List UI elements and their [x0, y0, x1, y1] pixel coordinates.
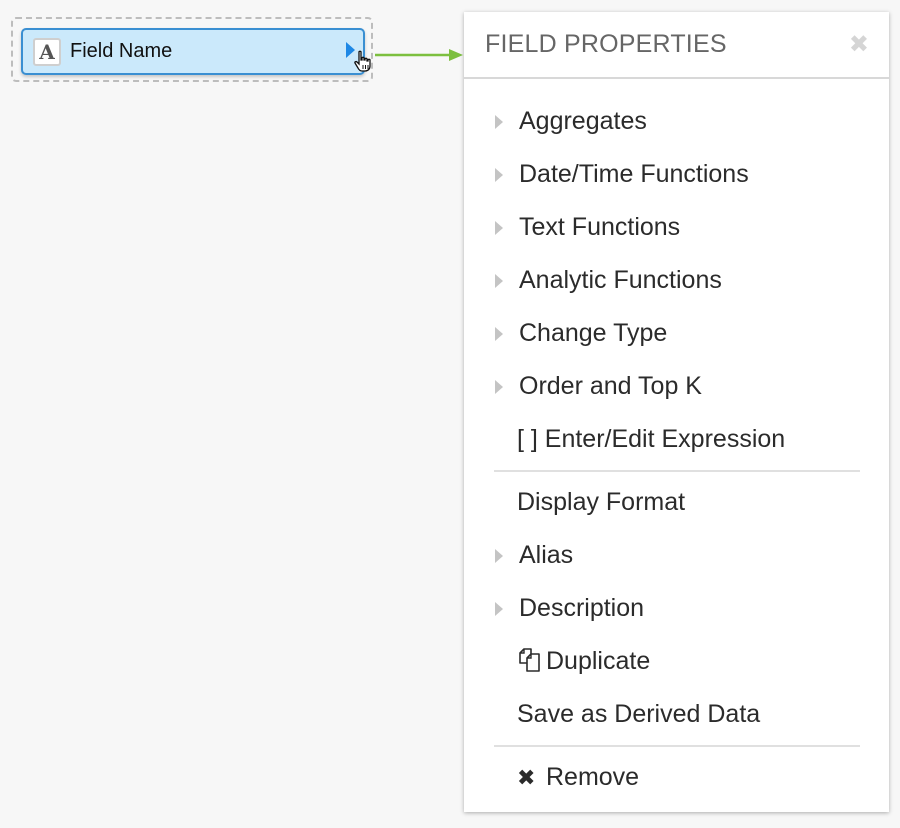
menu-item-aggregates[interactable]: Aggregates: [464, 95, 889, 148]
menu-item-label: Alias: [519, 541, 574, 569]
menu-item-display-format[interactable]: Display Format: [464, 476, 889, 529]
menu-item-alias[interactable]: Alias: [464, 529, 889, 582]
menu-item-duplicate[interactable]: Duplicate: [464, 635, 889, 688]
menu-item-order-and-top-k[interactable]: Order and Top K: [464, 360, 889, 413]
panel-header: FIELD PROPERTIES ✖: [464, 12, 889, 79]
connector-arrow: [375, 49, 463, 61]
duplicate-icon: [519, 648, 540, 672]
field-properties-panel: FIELD PROPERTIES ✖ Aggregates Date/Time …: [464, 12, 889, 812]
menu-divider: [494, 470, 860, 472]
menu-item-enter-edit-expression[interactable]: [ ] Enter/Edit Expression: [464, 413, 889, 466]
hand-pointer-cursor-icon: [354, 50, 371, 72]
close-icon[interactable]: ✖: [849, 32, 869, 57]
caret-right-icon: [495, 379, 503, 394]
field-name-label: Field Name: [70, 40, 173, 62]
caret-right-icon: [495, 220, 503, 235]
menu-item-text-functions[interactable]: Text Functions: [464, 201, 889, 254]
caret-right-icon: [495, 326, 503, 341]
menu-item-label: Order and Top K: [519, 372, 702, 400]
caret-right-icon: [495, 167, 503, 182]
remove-icon: ✖: [517, 764, 536, 790]
menu-item-label: Duplicate: [546, 647, 651, 675]
canvas: A Field Name FIELD PROPERTIES ✖ Aggregat…: [0, 0, 900, 828]
menu-divider: [494, 745, 860, 747]
caret-right-icon: [495, 548, 503, 563]
menu-item-change-type[interactable]: Change Type: [464, 307, 889, 360]
menu-item-label: Analytic Functions: [519, 266, 722, 294]
menu-item-description[interactable]: Description: [464, 582, 889, 635]
field-pill[interactable]: A Field Name: [21, 28, 365, 75]
menu-item-label: Change Type: [519, 319, 668, 347]
panel-title: FIELD PROPERTIES: [485, 30, 727, 58]
menu-item-label: Text Functions: [519, 213, 681, 241]
menu-item-analytic-functions[interactable]: Analytic Functions: [464, 254, 889, 307]
properties-menu: Aggregates Date/Time Functions Text Func…: [464, 95, 889, 804]
menu-item-remove[interactable]: ✖ Remove: [464, 751, 889, 804]
caret-right-icon: [495, 273, 503, 288]
caret-right-icon: [495, 114, 503, 129]
menu-item-label: [ ] Enter/Edit Expression: [517, 425, 786, 453]
menu-item-label: Date/Time Functions: [519, 160, 749, 188]
menu-item-label: Description: [519, 594, 645, 622]
menu-item-label: Aggregates: [519, 107, 647, 135]
menu-item-save-as-derived-data[interactable]: Save as Derived Data: [464, 688, 889, 741]
caret-right-icon: [495, 601, 503, 616]
menu-item-label: Display Format: [517, 488, 686, 516]
menu-item-date-time-functions[interactable]: Date/Time Functions: [464, 148, 889, 201]
text-type-icon: A: [33, 37, 61, 66]
menu-item-label: Save as Derived Data: [517, 700, 761, 728]
menu-item-label: Remove: [546, 763, 640, 791]
